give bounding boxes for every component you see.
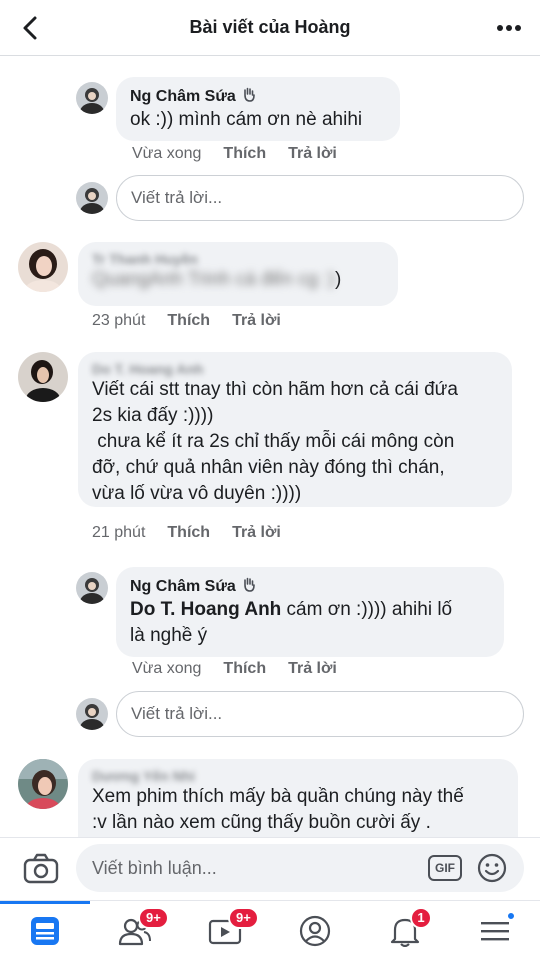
avatar	[76, 182, 108, 214]
comment-author[interactable]: Dương Yến Nhi	[92, 768, 504, 784]
comment-text: QuangAnh Trinh cá đến cg :))	[92, 269, 342, 290]
like-button[interactable]: Thích	[167, 312, 210, 330]
emoji-icon[interactable]	[476, 852, 508, 884]
top-header: Bài viết của Hoàng	[0, 0, 540, 56]
comment-text: ok :)) mình cám ơn nè ahihi	[130, 109, 363, 130]
nav-watch[interactable]: 9+	[180, 901, 270, 960]
comment-bubble[interactable]: Ng Châm Sứa ok :)) mình cám ơn nè ahihi	[116, 77, 400, 141]
reply-button[interactable]: Trả lời	[232, 524, 281, 542]
comment-author[interactable]: Ng Châm Sứa	[130, 576, 490, 597]
comment-composer: Viết bình luận... GIF	[0, 837, 540, 900]
nav-news-feed[interactable]	[0, 901, 90, 960]
reply-button[interactable]: Trả lời	[288, 145, 337, 163]
news-feed-icon	[31, 917, 59, 945]
reply-input[interactable]: Viết trả lời...	[116, 691, 524, 737]
comment-meta: 21 phút Thích Trả lời	[92, 524, 281, 542]
comment-text-line: Viết cái stt tnay thì còn hãm hơn cả cái…	[92, 379, 458, 400]
comment-meta: 23 phút Thích Trả lời	[92, 312, 281, 330]
nav-menu[interactable]	[450, 901, 540, 960]
like-button[interactable]: Thích	[223, 660, 266, 678]
comment-author[interactable]: Tr Thanh Huyền	[92, 251, 384, 267]
comment-input[interactable]: Viết bình luận... GIF	[76, 844, 524, 892]
notifications-badge: 1	[410, 907, 432, 929]
comment-bubble[interactable]: Ng Châm Sứa Do T. Hoang Anh cám ơn :))))…	[116, 567, 504, 657]
like-button[interactable]: Thích	[223, 145, 266, 163]
avatar[interactable]	[76, 572, 108, 604]
comment-text-line: là nghề ý	[130, 625, 208, 646]
comment-bubble[interactable]: Do T. Hoang Anh Viết cái stt tnay thì cò…	[78, 352, 512, 507]
wave-icon	[241, 576, 257, 597]
comment-bubble[interactable]: Dương Yến Nhi Xem phim thích mấy bà quần…	[78, 759, 518, 837]
comment-author[interactable]: Do T. Hoang Anh	[92, 361, 498, 377]
comment-time: Vừa xong	[132, 660, 202, 677]
like-button[interactable]: Thích	[167, 524, 210, 542]
comment-bubble[interactable]: Tr Thanh Huyền QuangAnh Trinh cá đến cg …	[78, 242, 398, 306]
comment-text-line: vừa lố vừa vô duyên :))))	[92, 483, 302, 504]
comment-text-line: Xem phim thích mấy bà quần chúng này thế	[92, 786, 464, 807]
watch-badge: 9+	[228, 907, 259, 929]
comment-text-line: :v lần nào xem cũng thấy buồn cười ấy .	[92, 812, 431, 833]
comment-time: 23 phút	[92, 312, 146, 329]
comment-text-line: đỡ, chứ quả nhân viên này đóng thì chán,	[92, 457, 445, 478]
mention-link[interactable]: Do T. Hoang Anh	[130, 599, 281, 620]
avatar[interactable]	[18, 759, 68, 809]
comment-meta: Vừa xong Thích Trả lời	[132, 660, 337, 678]
avatar	[76, 698, 108, 730]
menu-dot	[506, 911, 516, 921]
comment-time: Vừa xong	[132, 145, 202, 162]
gif-button[interactable]: GIF	[428, 855, 462, 881]
nav-notifications[interactable]: 1	[360, 901, 450, 960]
comment-text-line: 2s kia đấy :))))	[92, 405, 214, 426]
reply-input[interactable]: Viết trả lời...	[116, 175, 524, 221]
reply-button[interactable]: Trả lời	[288, 660, 337, 678]
avatar[interactable]	[18, 352, 68, 402]
bottom-nav: 9+ 9+ 1	[0, 900, 540, 960]
nav-friends[interactable]: 9+	[90, 901, 180, 960]
avatar[interactable]	[18, 242, 68, 292]
nav-profile[interactable]	[270, 901, 360, 960]
page-title: Bài viết của Hoàng	[189, 17, 351, 37]
comment-text-line: chưa kể ít ra 2s chỉ thấy mỗi cái mông c…	[92, 431, 455, 452]
camera-icon[interactable]	[22, 852, 60, 886]
profile-icon	[299, 915, 331, 947]
comment-time: 21 phút	[92, 524, 146, 541]
comment-meta: Vừa xong Thích Trả lời	[132, 145, 337, 163]
active-tab-indicator	[0, 901, 90, 904]
friends-badge: 9+	[138, 907, 169, 929]
comments-list: Ng Châm Sứa ok :)) mình cám ơn nè ahihi …	[0, 57, 540, 837]
comment-text: Do T. Hoang Anh cám ơn :)))) ahihi lố	[130, 599, 453, 620]
more-options-icon[interactable]	[494, 14, 524, 42]
wave-icon	[241, 86, 257, 107]
avatar[interactable]	[76, 82, 108, 114]
comment-author[interactable]: Ng Châm Sứa	[130, 86, 386, 107]
reply-button[interactable]: Trả lời	[232, 312, 281, 330]
